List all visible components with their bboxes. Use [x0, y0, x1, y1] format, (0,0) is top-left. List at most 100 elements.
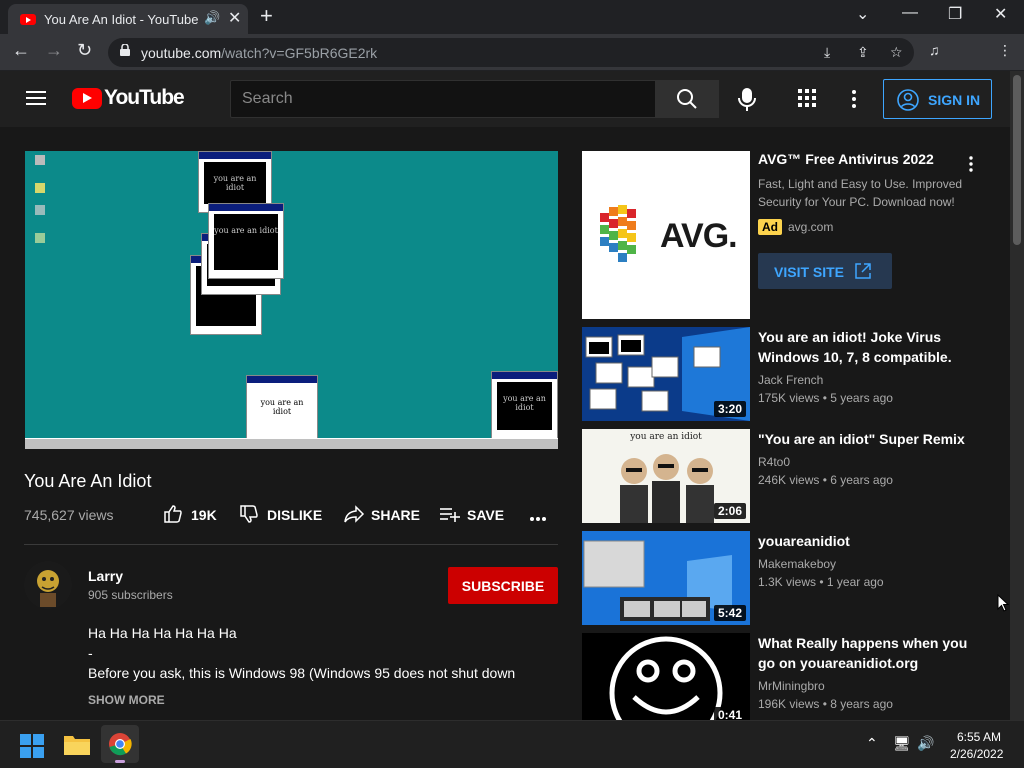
video-thumbnail[interactable]: 5:42	[582, 531, 750, 625]
forward-icon[interactable]: →	[45, 40, 63, 61]
video-thumbnail[interactable]: 0:41	[582, 633, 750, 720]
video-meta: 1.3K views • 1 year ago	[758, 575, 884, 589]
show-more-button[interactable]: SHOW MORE	[88, 693, 165, 707]
reload-icon[interactable]: ↻	[77, 40, 92, 61]
dislike-label: DISLIKE	[267, 507, 323, 523]
channel-avatar[interactable]	[24, 561, 72, 609]
divider	[24, 544, 558, 545]
chrome-taskbar-button[interactable]	[101, 725, 139, 763]
browser-tab-bar: You Are An Idiot - YouTube 🔊 ✕ + ⌄ — ❐ ✕	[0, 0, 1024, 34]
recommended-video[interactable]: 0:41 What Really happens when you go on …	[582, 633, 992, 720]
microphone-icon[interactable]	[734, 85, 760, 113]
channel-name[interactable]: R4to0	[758, 455, 790, 469]
video-title-link[interactable]: You are an idiot! Joke Virus Windows 10,…	[758, 327, 968, 367]
new-tab-icon[interactable]: +	[260, 4, 273, 28]
share-label: SHARE	[371, 507, 421, 523]
browser-toolbar: ← → ↻ youtube.com/watch?v=GF5bR6GE2rk ⤓ …	[0, 34, 1024, 93]
address-bar[interactable]: youtube.com/watch?v=GF5bR6GE2rk ⤓ ⇪ ☆	[108, 38, 914, 67]
restore-icon[interactable]: ❐	[948, 4, 962, 24]
mouse-cursor-icon	[997, 594, 1009, 612]
subscribe-button[interactable]: SUBSCRIBE	[448, 567, 558, 604]
desktop-icon	[35, 155, 45, 165]
channel-name[interactable]: Larry	[88, 568, 123, 584]
recommended-video[interactable]: 5:42 youareanidiot Makemakeboy 1.3K view…	[582, 531, 992, 625]
media-queue-icon[interactable]: ♫	[929, 42, 940, 58]
file-explorer-icon[interactable]	[64, 733, 90, 755]
bookmark-star-icon[interactable]: ☆	[890, 44, 903, 61]
chrome-icon	[109, 733, 132, 756]
ad-card[interactable]: AVG. AVG™ Free Antivirus 2022 Fast, Ligh…	[582, 151, 992, 319]
video-meta: 196K views • 8 years ago	[758, 697, 893, 711]
video-duration: 0:41	[713, 707, 746, 720]
video-duration: 2:06	[713, 503, 746, 519]
channel-name[interactable]: MrMiningbro	[758, 679, 825, 693]
apps-grid-icon[interactable]	[798, 89, 816, 107]
account-icon	[897, 89, 919, 111]
video-title-link[interactable]: What Really happens when you go on youar…	[758, 633, 968, 673]
video-title-link[interactable]: youareanidiot	[758, 531, 968, 551]
channel-name[interactable]: Jack French	[758, 373, 823, 387]
popup-window: you are an idiot	[208, 203, 284, 279]
windows-taskbar: ⌃ 🖥 🔊 6:55 AM 2/26/2022	[0, 720, 1024, 768]
recommended-video[interactable]: 3:20 You are an idiot! Joke Virus Window…	[582, 327, 992, 421]
video-player[interactable]: you are an idiot you are an idiot you ar…	[25, 151, 558, 449]
youtube-logo-icon[interactable]	[72, 88, 102, 109]
clock-date[interactable]: 2/26/2022	[950, 747, 1003, 761]
sign-in-button[interactable]: SIGN IN	[883, 79, 992, 119]
watch-page: you are an idiot you are an idiot you ar…	[0, 127, 1010, 720]
description-line: -	[88, 645, 93, 661]
video-meta: 175K views • 5 years ago	[758, 391, 893, 405]
network-icon[interactable]: 🖥	[893, 735, 911, 752]
recommended-video[interactable]: you are an idiot 2:06 "You are an idiot"…	[582, 429, 992, 523]
scrollbar-thumb[interactable]	[1013, 75, 1021, 245]
video-meta: 246K views • 6 years ago	[758, 473, 893, 487]
chevron-down-icon[interactable]: ⌄	[856, 4, 869, 24]
ad-menu-icon[interactable]	[968, 155, 974, 173]
youtube-logo-text[interactable]: YouTube	[104, 86, 185, 110]
ad-domain: avg.com	[788, 220, 834, 234]
show-hidden-icons-icon[interactable]: ⌃	[866, 735, 878, 752]
browser-tab[interactable]: You Are An Idiot - YouTube 🔊 ✕	[8, 4, 248, 34]
ad-title[interactable]: AVG™ Free Antivirus 2022	[758, 151, 934, 167]
like-count: 19K	[191, 507, 217, 523]
thumbnail-caption: you are an idiot	[630, 432, 702, 442]
ad-thumbnail[interactable]: AVG.	[582, 151, 750, 319]
browser-menu-icon[interactable]: ⋮	[998, 42, 1012, 59]
speaker-icon[interactable]: 🔊	[204, 10, 220, 26]
visit-site-button[interactable]: VISIT SITE	[758, 253, 892, 289]
video-thumbnail[interactable]: you are an idiot 2:06	[582, 429, 750, 523]
minimize-icon[interactable]: —	[902, 4, 918, 22]
desktop-icon	[35, 233, 45, 243]
sign-in-label: SIGN IN	[928, 92, 981, 108]
ad-description: Fast, Light and Easy to Use. Improved Se…	[758, 177, 963, 209]
thumbs-up-icon	[164, 505, 182, 523]
settings-more-icon[interactable]	[846, 88, 862, 110]
hamburger-menu-icon[interactable]	[26, 91, 46, 105]
clock-time[interactable]: 6:55 AM	[957, 730, 1001, 744]
description-line: Ha Ha Ha Ha Ha Ha Ha	[88, 625, 237, 641]
playlist-add-icon	[440, 508, 460, 522]
avg-wordmark: AVG.	[660, 217, 738, 255]
video-thumbnail[interactable]: 3:20	[582, 327, 750, 421]
desktop-icon	[35, 205, 45, 215]
page-scrollbar[interactable]	[1010, 71, 1024, 720]
save-label: SAVE	[467, 507, 505, 523]
video-title-link[interactable]: "You are an idiot" Super Remix	[758, 429, 968, 449]
search-input[interactable]	[230, 80, 656, 118]
tab-title: You Are An Idiot - YouTube	[44, 12, 199, 27]
youtube-masthead: YouTube SIGN IN	[0, 71, 1010, 127]
install-icon[interactable]: ⤓	[824, 44, 830, 61]
channel-name[interactable]: Makemakeboy	[758, 557, 836, 571]
search-button[interactable]	[655, 80, 719, 118]
windows-start-icon[interactable]	[20, 734, 44, 758]
close-window-icon[interactable]: ✕	[994, 4, 1007, 24]
subscriber-count: 905 subscribers	[88, 588, 173, 602]
share-page-icon[interactable]: ⇪	[857, 44, 869, 61]
search-icon	[677, 89, 697, 109]
volume-icon[interactable]: 🔊	[917, 735, 934, 752]
close-tab-icon[interactable]: ✕	[228, 8, 241, 28]
popup-window: you are an idiot	[491, 371, 558, 439]
more-actions-icon[interactable]	[529, 516, 547, 522]
back-icon[interactable]: ←	[12, 40, 30, 61]
popup-window: you are an idiot	[246, 375, 318, 439]
